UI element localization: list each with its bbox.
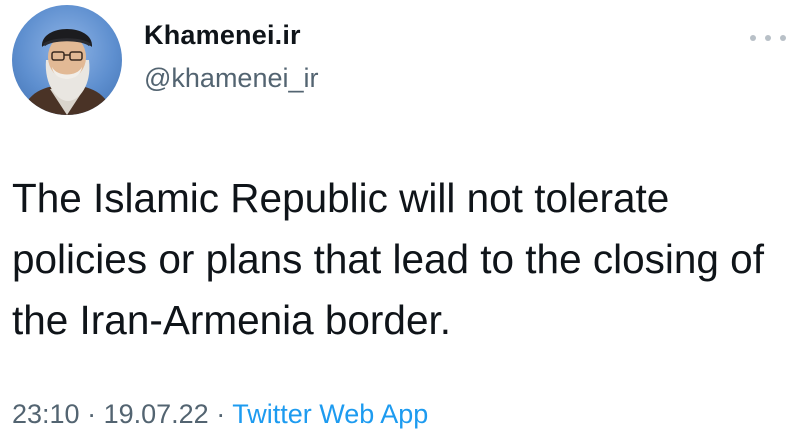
user-handle[interactable]: @khamenei_ir — [144, 63, 319, 94]
more-dot — [780, 35, 786, 41]
meta-separator: · — [208, 399, 233, 429]
more-dot — [750, 35, 756, 41]
tweet-text: The Islamic Republic will not tolerate p… — [12, 175, 764, 343]
avatar-portrait — [22, 29, 112, 115]
avatar[interactable] — [12, 5, 122, 115]
meta-separator: · — [79, 399, 104, 429]
display-name[interactable]: Khamenei.ir — [144, 20, 301, 51]
tweet-card: Khamenei.ir @khamenei_ir The Islamic Rep… — [0, 0, 800, 445]
tweet-source-link[interactable]: Twitter Web App — [232, 399, 428, 429]
more-dot — [765, 35, 771, 41]
tweet-meta: 23:10 · 19.07.22 · Twitter Web App — [12, 399, 428, 430]
more-horizontal-icon[interactable] — [750, 30, 786, 46]
tweet-time[interactable]: 23:10 — [12, 399, 80, 429]
tweet-date[interactable]: 19.07.22 — [104, 399, 209, 429]
